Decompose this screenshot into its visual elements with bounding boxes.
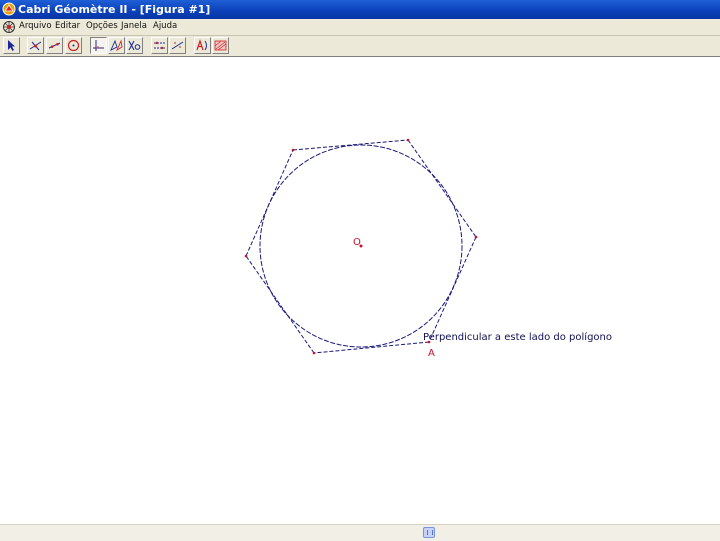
app-icon [2,2,16,16]
document-icon[interactable] [2,20,16,34]
lines-tool-icon [48,42,61,49]
lines-tool-button[interactable] [46,37,63,54]
point-a-label: A [428,348,435,359]
polygon-vertex[interactable] [291,148,295,152]
pointer-tool-button[interactable] [3,37,20,54]
title-bar[interactable]: Cabri Géomètre II - [Figura #1] [0,0,720,19]
construct-tool-button[interactable] [90,37,107,54]
points-tool-icon [29,41,42,51]
polygon-vertex[interactable] [312,351,316,355]
polygon-side[interactable] [245,149,294,257]
points-tool-button[interactable] [27,37,44,54]
measure-tool-button[interactable] [169,37,186,54]
display-tool-icon [196,39,207,51]
polygon-side[interactable] [292,139,409,151]
construct-tool-icon [93,40,104,51]
polygon-side[interactable] [407,139,477,238]
pointer-tool-icon [8,40,15,51]
macro-tool-icon [128,40,141,51]
construction-tooltip: Perpendicular a este lado do polígono [423,331,612,343]
menu-ajuda[interactable]: Ajuda [153,21,177,31]
check-property-tool-icon [154,41,165,50]
menu-opcoes[interactable]: Opções [86,21,118,31]
menu-editar[interactable]: Editar [55,21,80,31]
menu-janela[interactable]: Janela [121,21,147,31]
menu-arquivo[interactable]: Arquivo [19,21,52,31]
window-title: Cabri Géomètre II - [Figura #1] [18,3,211,16]
polygon-side[interactable] [245,255,315,354]
measure-tool-icon [171,41,184,50]
draw-tool-button[interactable] [212,37,229,54]
draw-tool-icon [214,40,227,51]
menu-bar: Arquivo Editar Opções Janela Ajuda [0,19,720,36]
curves-tool-button[interactable] [65,37,82,54]
polygon-vertex[interactable] [406,138,410,142]
polygon-side[interactable] [313,341,430,354]
curves-tool-icon [67,39,80,52]
center-point-label: O [353,237,361,248]
polygon-vertex[interactable] [474,235,478,239]
macro-tool-button[interactable] [126,37,143,54]
polygon-side[interactable] [428,236,477,343]
scrollbar-thumb[interactable] [423,527,435,538]
horizontal-scrollbar[interactable] [0,524,720,541]
drawing-canvas[interactable]: O A Perpendicular a este lado do polígon… [0,57,720,524]
display-tool-button[interactable] [194,37,211,54]
polygon-vertex[interactable] [244,254,248,258]
check-property-tool-button[interactable] [151,37,168,54]
grip-icon [427,530,433,535]
toolbar [0,36,720,57]
transform-tool-icon [110,39,123,52]
transform-tool-button[interactable] [108,37,125,54]
